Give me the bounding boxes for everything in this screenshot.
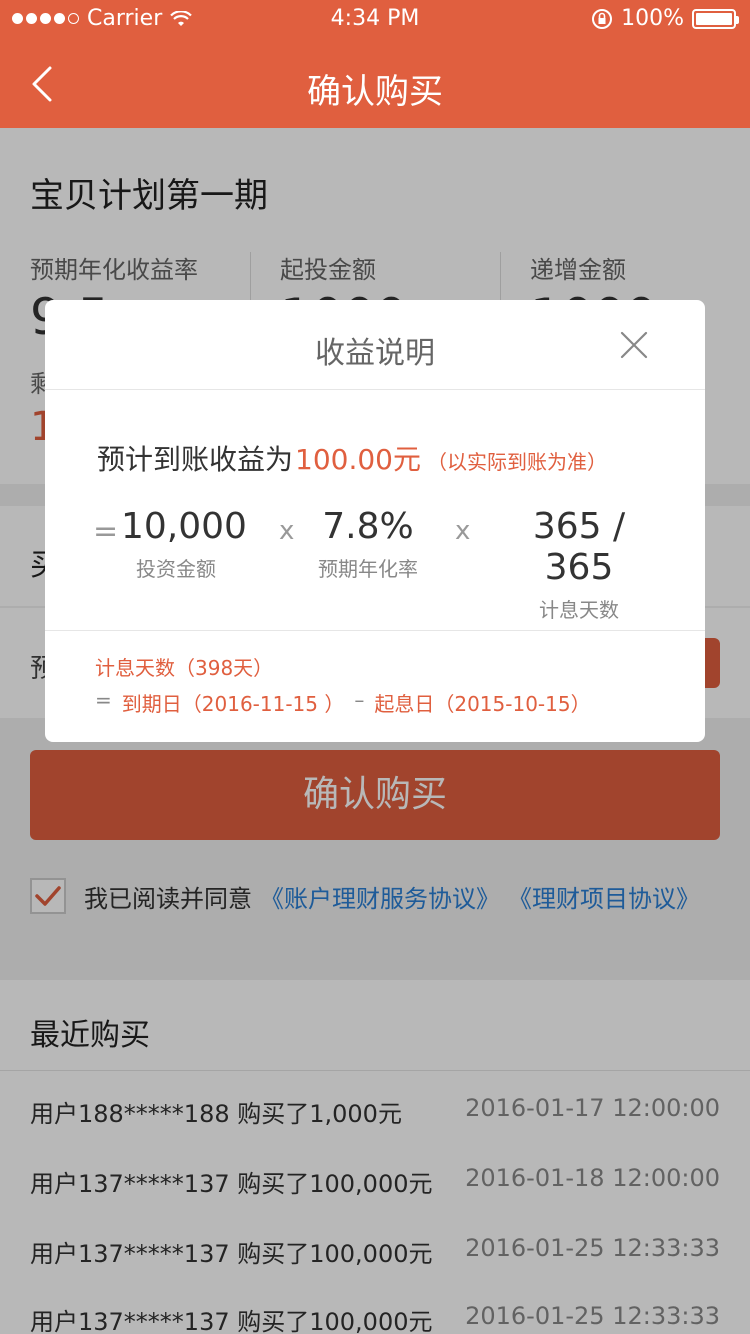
battery-icon xyxy=(692,8,739,29)
summary-amount: 100.00元 xyxy=(295,443,421,476)
earnings-modal: 收益说明 预计到账收益为 100.00元 （以实际到账为准） = 10,000 … xyxy=(45,300,705,742)
page-title: 确认购买 xyxy=(307,72,443,112)
formula-rate-value: 7.8% xyxy=(322,506,414,547)
close-icon[interactable] xyxy=(619,330,649,360)
days-explanation: 计息天数（398天） xyxy=(95,656,274,680)
formula-amount-value: 10,000 xyxy=(121,506,247,547)
formula-times: x xyxy=(279,516,295,546)
formula-days: 365 / 365 计息天数 xyxy=(499,506,659,623)
days-formula-equals: = xyxy=(95,688,112,712)
formula-days-value: 365 / 365 xyxy=(532,506,626,588)
modal-header: 收益说明 xyxy=(45,300,705,390)
summary-prefix: 预计到账收益为 xyxy=(97,443,294,476)
formula-rate-label: 预期年化率 xyxy=(318,557,418,581)
formula-equals: = xyxy=(93,514,119,549)
modal-title: 收益说明 xyxy=(315,336,435,371)
earnings-summary: 预计到账收益为 100.00元 （以实际到账为准） xyxy=(97,438,607,478)
rotation-lock-icon xyxy=(592,8,613,29)
battery-percent: 100% xyxy=(621,6,684,31)
formula-times: x xyxy=(455,516,471,546)
summary-note: （以实际到账为准） xyxy=(427,450,607,474)
days-formula-minus: – xyxy=(354,688,365,712)
days-formula: = 到期日（2016-11-15 ） – 起息日（2015-10-15） xyxy=(95,688,591,717)
status-bar: Carrier 4:34 PM 100% xyxy=(0,0,750,40)
formula-days-label: 计息天数 xyxy=(539,598,619,622)
divider xyxy=(45,630,705,631)
earnings-formula: = 10,000 投资金额 x 7.8% 预期年化率 x 365 / 365 计… xyxy=(45,506,705,622)
start-date: 起息日（2015-10-15） xyxy=(374,692,591,716)
formula-rate: 7.8% 预期年化率 xyxy=(313,506,423,582)
nav-bar: 确认购买 xyxy=(0,40,750,128)
formula-amount-label: 投资金额 xyxy=(136,557,216,581)
status-right: 100% xyxy=(591,6,739,31)
formula-amount: 10,000 投资金额 xyxy=(121,506,247,582)
due-date: 到期日（2016-11-15 ） xyxy=(121,692,345,716)
